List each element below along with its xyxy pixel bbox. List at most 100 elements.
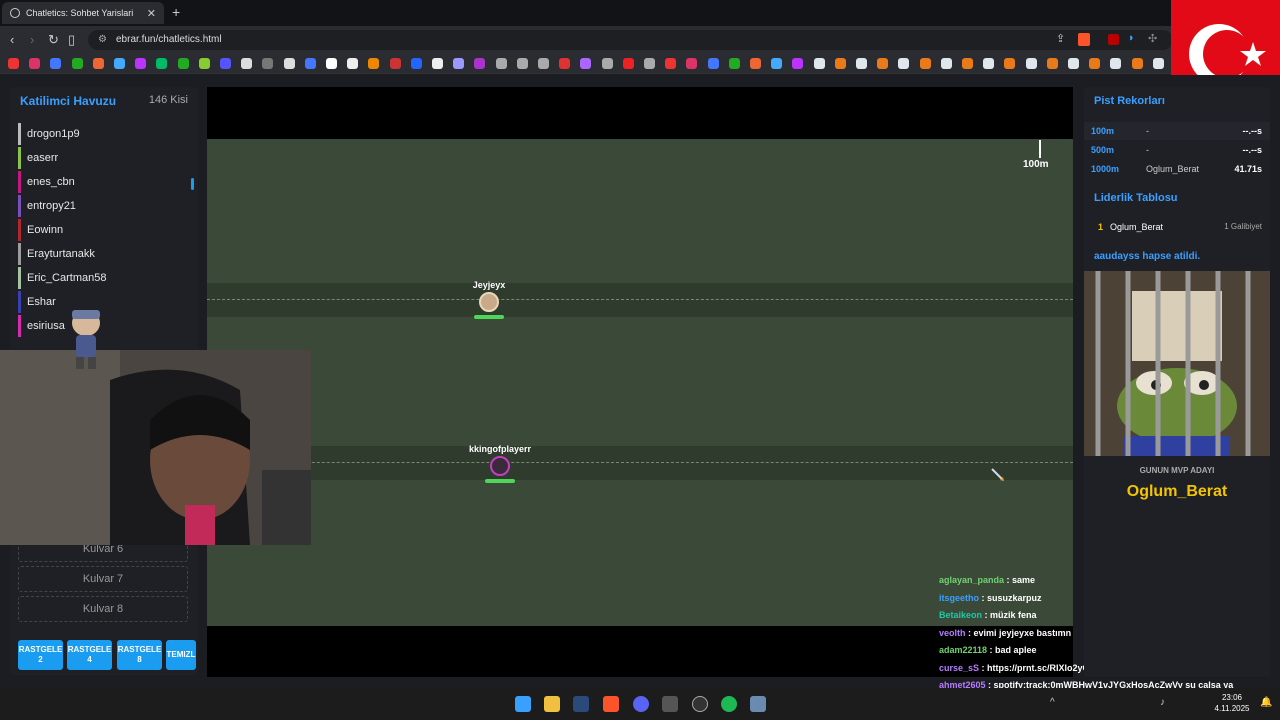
bookmark-icon[interactable] bbox=[283, 58, 295, 69]
bookmarks-bar bbox=[0, 54, 1280, 74]
bookmark-icon[interactable] bbox=[983, 58, 995, 69]
bookmark-icon[interactable] bbox=[453, 58, 465, 69]
bookmark-icon[interactable] bbox=[1110, 58, 1122, 69]
app-icon[interactable] bbox=[662, 696, 678, 712]
bookmark-icon[interactable] bbox=[665, 58, 677, 69]
scrollbar[interactable] bbox=[191, 178, 194, 190]
bookmark-icon[interactable] bbox=[29, 58, 41, 69]
bookmark-icon[interactable] bbox=[474, 58, 486, 69]
bookmark-icon[interactable] bbox=[1025, 58, 1037, 69]
discord-icon[interactable] bbox=[633, 696, 649, 712]
clear-button[interactable]: TEMIZL bbox=[166, 640, 196, 670]
bookmark-icon[interactable] bbox=[262, 58, 274, 69]
chat-text: : evimi jeyjeyxe bastımn bbox=[965, 627, 1072, 638]
bookmark-icon[interactable] bbox=[8, 58, 19, 69]
bookmark-icon[interactable] bbox=[813, 58, 825, 69]
browser-tab[interactable]: Chatletics: Sohbet Yarislari ✕ bbox=[2, 2, 164, 24]
share-icon[interactable]: ⇪ bbox=[1056, 32, 1065, 45]
reload-icon[interactable]: ↻ bbox=[48, 32, 59, 48]
participant-item[interactable]: Erayturtanakk bbox=[18, 243, 188, 265]
bookmark-icon[interactable] bbox=[919, 58, 931, 69]
obs-icon[interactable] bbox=[692, 696, 708, 712]
lane-slot-8[interactable]: Kulvar 8 bbox=[18, 596, 188, 622]
bookmark-icon[interactable] bbox=[1152, 58, 1164, 69]
spotify-icon[interactable] bbox=[721, 696, 737, 712]
bookmark-icon[interactable]: ▯ bbox=[68, 32, 75, 48]
bookmark-icon[interactable] bbox=[368, 58, 380, 69]
clock[interactable]: 23:06 4.11.2025 bbox=[1212, 692, 1252, 714]
random-2-button[interactable]: RASTGELE 2 bbox=[18, 640, 63, 670]
bookmark-icon[interactable] bbox=[410, 58, 422, 69]
tray-chevron-icon[interactable]: ^ bbox=[1050, 697, 1055, 708]
bookmark-icon[interactable] bbox=[686, 58, 698, 69]
start-icon[interactable] bbox=[515, 696, 531, 712]
bookmark-icon[interactable] bbox=[326, 58, 337, 69]
bookmark-icon[interactable] bbox=[962, 58, 973, 69]
bookmark-icon[interactable] bbox=[516, 58, 528, 69]
extension-icon[interactable]: ◗ bbox=[1128, 32, 1135, 44]
bookmark-icon[interactable] bbox=[1004, 58, 1016, 69]
forward-icon[interactable]: › bbox=[30, 32, 34, 47]
bookmark-icon[interactable] bbox=[538, 58, 549, 69]
bookmark-icon[interactable] bbox=[220, 58, 231, 69]
bookmark-icon[interactable] bbox=[750, 58, 761, 69]
bookmark-icon[interactable] bbox=[707, 58, 719, 69]
random-4-button[interactable]: RASTGELE 4 bbox=[67, 640, 112, 670]
bookmark-icon[interactable] bbox=[771, 58, 783, 69]
bookmark-icon[interactable] bbox=[856, 58, 867, 69]
bookmark-icon[interactable] bbox=[198, 58, 210, 69]
bookmark-icon[interactable] bbox=[50, 58, 62, 69]
bookmark-icon[interactable] bbox=[580, 58, 592, 69]
lane-slot-7[interactable]: Kulvar 7 bbox=[18, 566, 188, 592]
bookmark-icon[interactable] bbox=[559, 58, 571, 69]
bookmark-icon[interactable] bbox=[877, 58, 889, 69]
url-field[interactable]: ⚙ ebrar.fun/chatletics.html bbox=[88, 30, 1173, 50]
puzzle-icon[interactable]: ✣ bbox=[1148, 32, 1157, 45]
participant-item[interactable]: Eowinn bbox=[18, 219, 188, 241]
bookmark-icon[interactable] bbox=[1131, 58, 1143, 69]
brave-icon[interactable] bbox=[603, 696, 619, 712]
bookmark-icon[interactable] bbox=[792, 58, 804, 69]
bookmark-icon[interactable] bbox=[114, 58, 125, 69]
bookmark-icon[interactable] bbox=[92, 58, 104, 69]
bookmark-icon[interactable] bbox=[135, 58, 147, 69]
bookmark-icon[interactable] bbox=[898, 58, 910, 69]
bookmark-icon[interactable] bbox=[495, 58, 507, 69]
bookmark-icon[interactable] bbox=[940, 58, 952, 69]
bookmark-icon[interactable] bbox=[1068, 58, 1079, 69]
notification-icon[interactable]: 🔔 bbox=[1260, 697, 1272, 708]
participant-item[interactable]: drogon1p9 bbox=[18, 123, 188, 145]
bookmark-icon[interactable] bbox=[347, 58, 359, 69]
participant-item[interactable]: Eric_Cartman58 bbox=[18, 267, 188, 289]
volume-icon[interactable]: ♪ bbox=[1160, 697, 1165, 708]
file-explorer-icon[interactable] bbox=[544, 696, 560, 712]
bookmark-icon[interactable] bbox=[304, 58, 316, 69]
bookmark-icon[interactable] bbox=[241, 58, 253, 69]
bookmark-icon[interactable] bbox=[432, 58, 443, 69]
site-settings-icon[interactable]: ⚙ bbox=[98, 34, 107, 45]
bookmark-icon[interactable] bbox=[389, 58, 401, 69]
finish-line-marker bbox=[1039, 140, 1041, 158]
settings-app-icon[interactable] bbox=[750, 696, 766, 712]
new-tab-icon[interactable]: + bbox=[172, 4, 180, 20]
bookmark-icon[interactable] bbox=[1046, 58, 1058, 69]
participant-item[interactable]: easerr bbox=[18, 147, 188, 169]
back-icon[interactable]: ‹ bbox=[10, 32, 14, 47]
bookmark-icon[interactable] bbox=[728, 58, 740, 69]
bookmark-icon[interactable] bbox=[177, 58, 189, 69]
bookmark-icon[interactable] bbox=[622, 58, 634, 69]
bookmark-icon[interactable] bbox=[601, 58, 613, 69]
bookmark-icon[interactable] bbox=[644, 58, 655, 69]
brave-shield-icon[interactable] bbox=[1078, 33, 1090, 46]
participant-item[interactable]: entropy21 bbox=[18, 195, 188, 217]
bookmark-icon[interactable] bbox=[156, 58, 168, 69]
steam-icon[interactable] bbox=[573, 696, 589, 712]
ublock-icon[interactable] bbox=[1108, 34, 1119, 45]
random-8-button[interactable]: RASTGELE 8 bbox=[117, 640, 162, 670]
bookmark-icon[interactable] bbox=[71, 58, 83, 69]
bookmark-icon[interactable] bbox=[1089, 58, 1101, 69]
participant-pool-title: Katilimci Havuzu bbox=[20, 94, 117, 108]
bookmark-icon[interactable] bbox=[834, 58, 846, 69]
participant-item[interactable]: enes_cbn bbox=[18, 171, 188, 193]
close-tab-icon[interactable]: ✕ bbox=[147, 7, 156, 20]
